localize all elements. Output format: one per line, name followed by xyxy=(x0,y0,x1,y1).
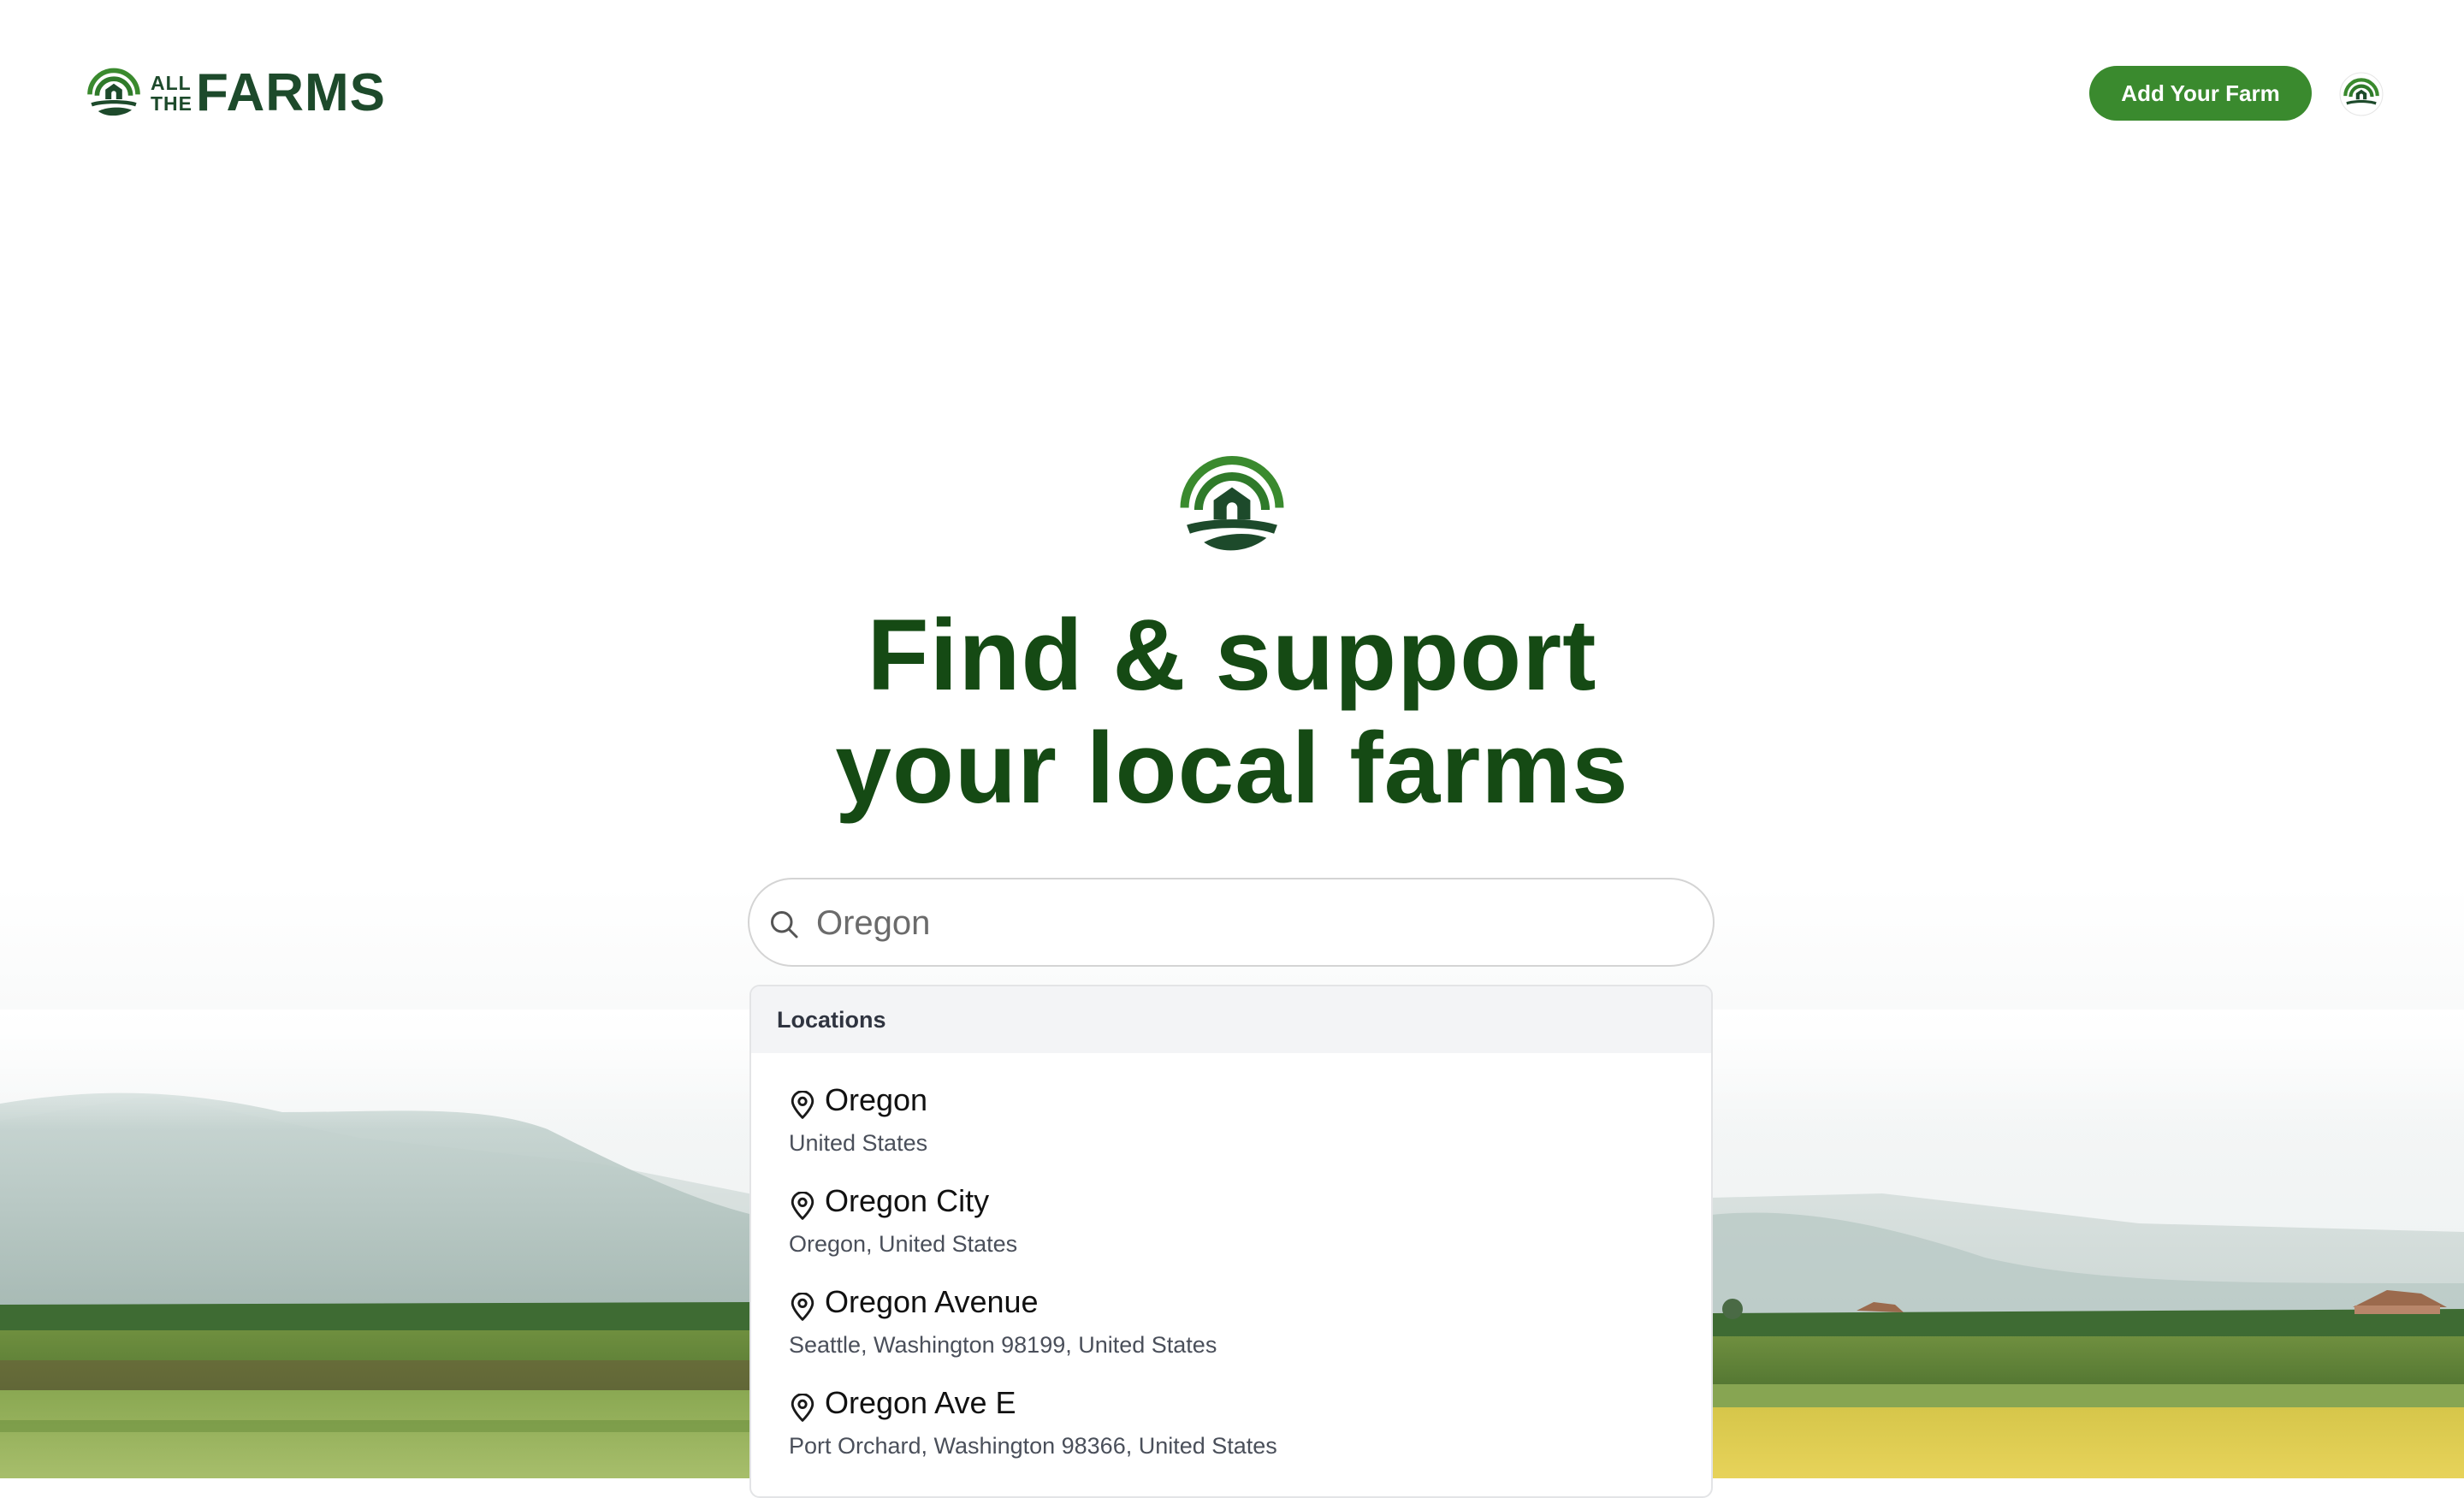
location-search-bar[interactable] xyxy=(748,878,1715,967)
site-logo[interactable]: ALL THE FARMS xyxy=(84,63,386,123)
dropdown-section-label: Locations xyxy=(751,986,1711,1053)
search-input[interactable] xyxy=(814,897,1673,950)
headline-line-1: Find & support xyxy=(867,599,1597,712)
search-suggestions-dropdown: Locations Oregon United States Oregon Ci… xyxy=(749,985,1713,1498)
suggestion-title: Oregon Ave E xyxy=(825,1385,1016,1420)
suggestion-subtitle: Seattle, Washington 98199, United States xyxy=(789,1332,1217,1358)
suggestion-title: Oregon Avenue xyxy=(825,1284,1039,1319)
suggestion-subtitle: United States xyxy=(789,1130,928,1156)
search-icon xyxy=(771,911,798,938)
map-pin-icon xyxy=(791,1394,814,1422)
logo-text-farms: FARMS xyxy=(196,63,386,122)
hero-headline: Find & support your local farms xyxy=(719,599,1745,825)
user-avatar-icon[interactable] xyxy=(2339,72,2384,116)
suggestion-title: Oregon City xyxy=(825,1183,990,1218)
suggestion-subtitle: Port Orchard, Washington 98366, United S… xyxy=(789,1433,1277,1459)
farm-logo-icon xyxy=(1180,456,1284,551)
logo-text-all: ALL xyxy=(151,72,192,94)
map-pin-icon xyxy=(791,1192,814,1220)
logo-text-the: THE xyxy=(151,92,192,115)
map-pin-icon xyxy=(791,1293,814,1321)
suggestion-subtitle: Oregon, United States xyxy=(789,1231,1018,1257)
map-pin-icon xyxy=(791,1091,814,1119)
farm-logo-icon xyxy=(87,68,140,116)
add-your-farm-button[interactable]: Add Your Farm xyxy=(2089,66,2312,121)
suggestion-title: Oregon xyxy=(825,1082,928,1117)
headline-line-2: your local farms xyxy=(835,712,1629,825)
